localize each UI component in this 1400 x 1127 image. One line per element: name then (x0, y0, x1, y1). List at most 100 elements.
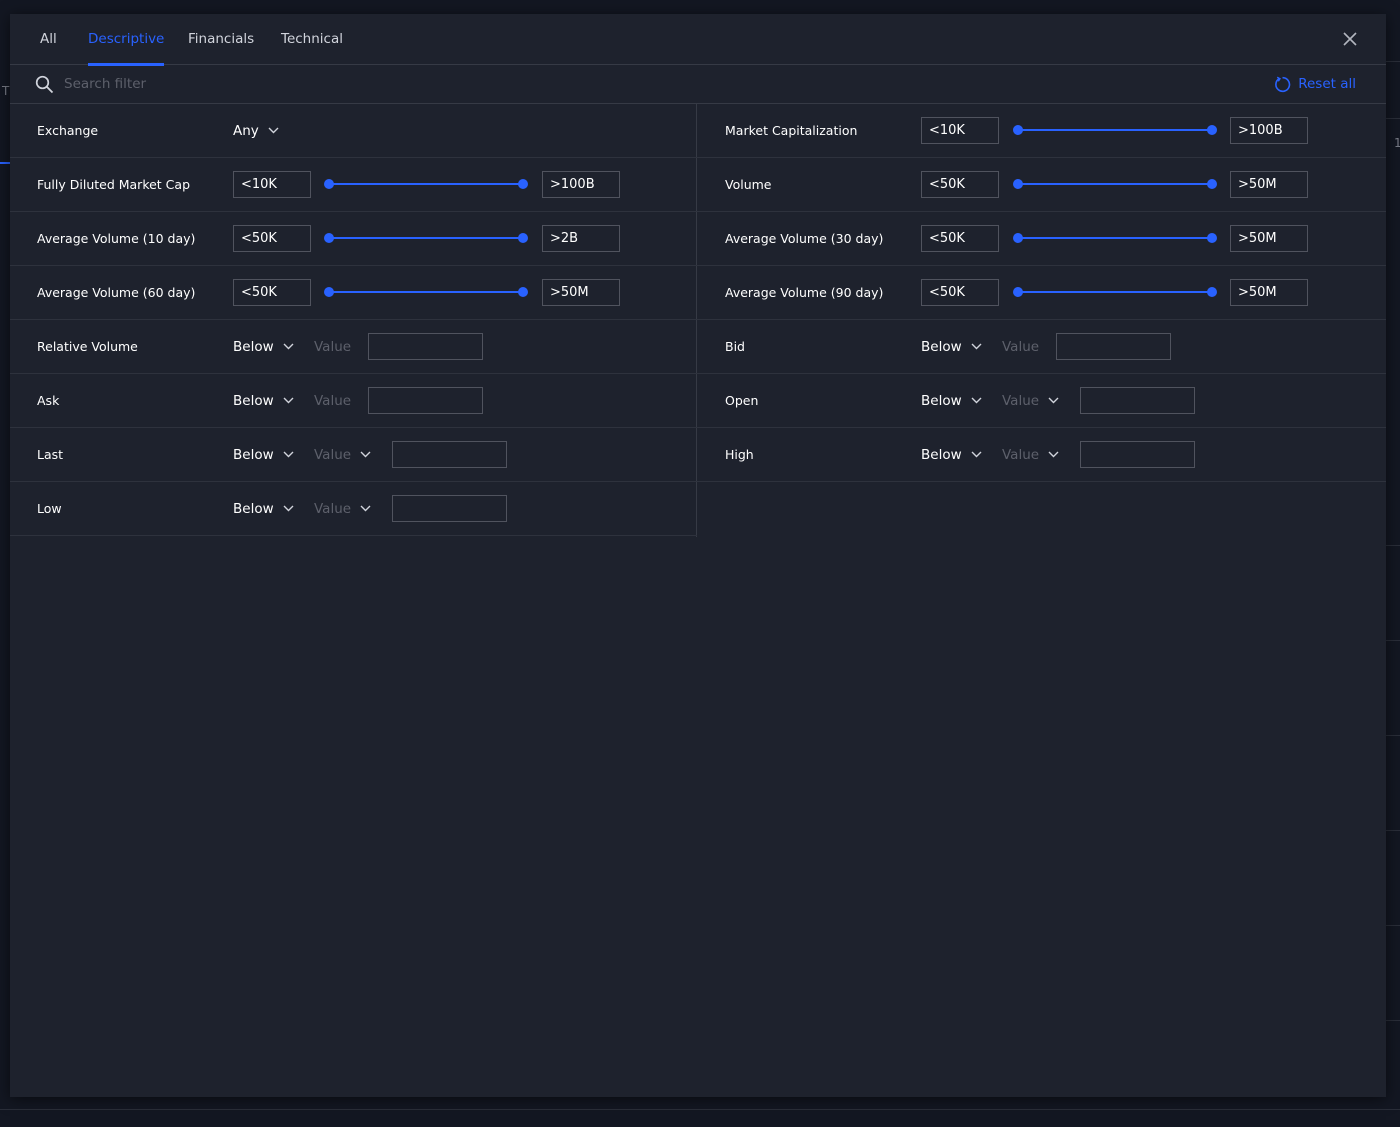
exchange-dropdown[interactable]: Any (233, 122, 279, 140)
chevron-down-icon (283, 505, 294, 512)
filter-label: Market Capitalization (725, 123, 858, 138)
filter-label: Average Volume (30 day) (725, 231, 884, 246)
slider-max-handle[interactable] (518, 179, 528, 189)
low-value-dropdown[interactable]: Value (314, 500, 371, 518)
search-icon (35, 75, 54, 94)
filter-row-avg-volume-30: Average Volume (30 day) <50K >50M (697, 212, 1386, 266)
ask-condition-dropdown[interactable]: Below (233, 392, 294, 410)
open-condition-dropdown[interactable]: Below (921, 392, 982, 410)
relative-volume-value-input[interactable] (368, 333, 483, 360)
volume-max-input[interactable]: >50M (1230, 171, 1308, 198)
tab-financials[interactable]: Financials (188, 14, 254, 65)
avg-volume-60-min-input[interactable]: <50K (233, 279, 311, 306)
value-type-label: Value (1002, 447, 1040, 463)
avg-volume-90-max-input[interactable]: >50M (1230, 279, 1308, 306)
filter-label: Ask (37, 393, 60, 408)
tab-technical[interactable]: Technical (281, 14, 343, 65)
avg-volume-30-max-input[interactable]: >50M (1230, 225, 1308, 252)
filter-label: Last (37, 447, 64, 462)
chevron-down-icon (283, 397, 294, 404)
relative-volume-condition-dropdown[interactable]: Below (233, 338, 294, 356)
tab-all[interactable]: All (40, 14, 57, 65)
bid-value-input[interactable] (1056, 333, 1171, 360)
slider-track (1017, 129, 1213, 131)
slider-min-handle[interactable] (1013, 179, 1023, 189)
background-accent-mark (0, 162, 10, 164)
slider-min-handle[interactable] (1013, 233, 1023, 243)
bid-condition-dropdown[interactable]: Below (921, 338, 982, 356)
condition-value: Below (233, 339, 274, 355)
fd-market-cap-min-input[interactable]: <10K (233, 171, 311, 198)
filter-label: Volume (725, 177, 772, 192)
filter-label: Low (37, 501, 62, 516)
chevron-down-icon (360, 451, 371, 458)
open-value-dropdown[interactable]: Value (1002, 392, 1059, 410)
high-value-dropdown[interactable]: Value (1002, 446, 1059, 464)
filter-row-avg-volume-90: Average Volume (90 day) <50K >50M (697, 266, 1386, 320)
filter-row-avg-volume-10: Average Volume (10 day) <50K >2B (10, 212, 697, 266)
slider-max-handle[interactable] (1207, 233, 1217, 243)
avg-volume-90-min-input[interactable]: <50K (921, 279, 999, 306)
fd-market-cap-range-slider[interactable] (324, 176, 528, 192)
last-condition-dropdown[interactable]: Below (233, 446, 294, 464)
tab-descriptive[interactable]: Descriptive (88, 14, 165, 66)
filter-row-avg-volume-60: Average Volume (60 day) <50K >50M (10, 266, 697, 320)
filter-row-low: Low Below Value (10, 482, 697, 536)
avg-volume-10-min-input[interactable]: <50K (233, 225, 311, 252)
fd-market-cap-max-input[interactable]: >100B (542, 171, 620, 198)
last-value-dropdown[interactable]: Value (314, 446, 371, 464)
slider-max-handle[interactable] (1207, 179, 1217, 189)
slider-min-handle[interactable] (324, 287, 334, 297)
filter-label: Fully Diluted Market Cap (37, 177, 191, 192)
slider-min-handle[interactable] (1013, 287, 1023, 297)
background-gridline (1386, 640, 1400, 641)
avg-volume-60-max-input[interactable]: >50M (542, 279, 620, 306)
avg-volume-30-range-slider[interactable] (1013, 230, 1217, 246)
slider-min-handle[interactable] (324, 233, 334, 243)
avg-volume-10-max-input[interactable]: >2B (542, 225, 620, 252)
slider-min-handle[interactable] (324, 179, 334, 189)
ask-value-label: Value (314, 393, 352, 409)
low-value-input[interactable] (392, 495, 507, 522)
open-value-input[interactable] (1080, 387, 1195, 414)
filter-row-high: High Below Value (697, 428, 1386, 482)
volume-range-slider[interactable] (1013, 176, 1217, 192)
chevron-down-icon (1048, 397, 1059, 404)
avg-volume-30-min-input[interactable]: <50K (921, 225, 999, 252)
chevron-down-icon (268, 127, 279, 134)
filter-row-last: Last Below Value (10, 428, 697, 482)
background-gridline (0, 1109, 1400, 1110)
slider-max-handle[interactable] (1207, 287, 1217, 297)
search-input[interactable] (64, 73, 664, 95)
filter-label: Average Volume (10 day) (37, 231, 196, 246)
avg-volume-90-range-slider[interactable] (1013, 284, 1217, 300)
high-value-input[interactable] (1080, 441, 1195, 468)
filter-row-volume: Volume <50K >50M (697, 158, 1386, 212)
filter-tabs: All Descriptive Financials Technical (10, 14, 1386, 66)
reset-all-button[interactable]: Reset all (1274, 74, 1356, 94)
avg-volume-60-range-slider[interactable] (324, 284, 528, 300)
market-cap-max-input[interactable]: >100B (1230, 117, 1308, 144)
slider-track (328, 183, 524, 185)
value-type-label: Value (1002, 393, 1040, 409)
filter-row-relative-volume: Relative Volume Below Value (10, 320, 697, 374)
market-cap-min-input[interactable]: <10K (921, 117, 999, 144)
chevron-down-icon (283, 343, 294, 350)
refresh-icon (1275, 76, 1291, 93)
low-condition-dropdown[interactable]: Below (233, 500, 294, 518)
avg-volume-10-range-slider[interactable] (324, 230, 528, 246)
market-cap-range-slider[interactable] (1013, 122, 1217, 138)
chevron-down-icon (971, 343, 982, 350)
ask-value-input[interactable] (368, 387, 483, 414)
filter-label: Average Volume (90 day) (725, 285, 884, 300)
high-condition-dropdown[interactable]: Below (921, 446, 982, 464)
slider-max-handle[interactable] (518, 287, 528, 297)
slider-max-handle[interactable] (518, 233, 528, 243)
slider-track (1017, 183, 1213, 185)
slider-max-handle[interactable] (1207, 125, 1217, 135)
close-button[interactable] (1342, 31, 1358, 47)
slider-min-handle[interactable] (1013, 125, 1023, 135)
last-value-input[interactable] (392, 441, 507, 468)
relative-volume-value-label: Value (314, 339, 352, 355)
volume-min-input[interactable]: <50K (921, 171, 999, 198)
